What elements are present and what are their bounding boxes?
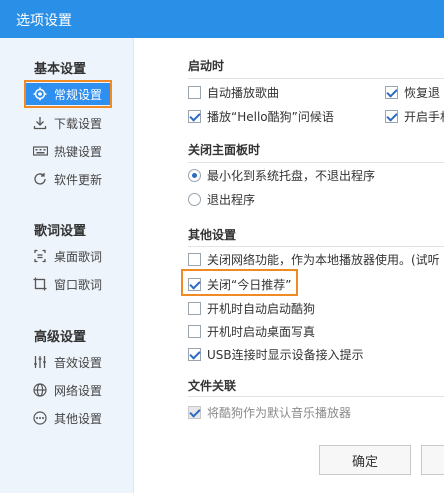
auto-play-checkbox[interactable]: 自动播放歌曲 — [188, 84, 279, 101]
default-player-checkbox[interactable]: 将酷狗作为默认音乐播放器 — [188, 404, 351, 421]
sidebar-item-label: 下载设置 — [54, 116, 103, 131]
window-title: 选项设置 — [16, 13, 72, 29]
checkbox-label: 恢复退 — [404, 86, 441, 100]
radio-dot — [188, 193, 201, 206]
sidebar-item-label: 网络设置 — [54, 383, 103, 398]
checkbox-box — [188, 348, 201, 361]
keyboard-icon — [32, 143, 48, 159]
sidebar-item-label: 软件更新 — [54, 172, 103, 187]
sidebar-item-label: 其他设置 — [54, 411, 103, 426]
radio-label: 退出程序 — [207, 193, 256, 207]
usb-prompt-checkbox[interactable]: USB连接时显示设备接入提示 — [188, 346, 364, 363]
checkbox-box — [188, 86, 201, 99]
checkbox-box — [385, 86, 398, 99]
sidebar-item-network[interactable]: 网络设置 — [32, 379, 128, 401]
sidebar-item-desktop-lyrics[interactable]: 桌面歌词 — [32, 245, 128, 267]
globe-icon — [32, 382, 48, 398]
group-title-file-assoc: 文件关联 — [188, 379, 237, 393]
radio-label: 最小化到系统托盘，不退出程序 — [207, 169, 376, 183]
highlight-box-general — [24, 80, 112, 108]
download-icon — [32, 115, 48, 131]
checkbox-label: 自动播放歌曲 — [207, 86, 280, 100]
checkbox-box — [188, 325, 201, 338]
sidebar-item-sound[interactable]: 音效设置 — [32, 351, 128, 373]
checkbox-box — [188, 110, 201, 123]
checkbox-box — [385, 110, 398, 123]
sidebar-item-label: 热键设置 — [54, 144, 103, 159]
sidebar-section-basic: 基本设置 — [34, 62, 87, 77]
checkbox-label: 开启手机 — [404, 110, 444, 124]
refresh-icon — [32, 171, 48, 187]
checkbox-label: 关闭网络功能，作为本地播放器使用。(试听 — [207, 253, 440, 267]
restore-checkbox[interactable]: 恢复退 — [385, 84, 440, 101]
checkbox-label: 开机时启动桌面写真 — [207, 325, 316, 339]
group-title-close-panel: 关闭主面板时 — [188, 143, 261, 157]
sidebar-section-lyrics: 歌词设置 — [34, 224, 87, 239]
sidebar-item-other[interactable]: 其他设置 — [32, 407, 128, 429]
checkbox-label: 将酷狗作为默认音乐播放器 — [207, 406, 352, 420]
checkbox-label: USB连接时显示设备接入提示 — [207, 348, 364, 362]
sidebar-item-update[interactable]: 软件更新 — [32, 168, 128, 190]
window-lyrics-icon — [32, 276, 48, 292]
sidebar: 基本设置 常规设置 下载设置 热键设置 软件更新 歌词设置 桌面歌词 窗口歌词 … — [0, 38, 134, 493]
greeting-checkbox[interactable]: 播放“Hello酷狗”问候语 — [188, 108, 334, 125]
sidebar-item-window-lyrics[interactable]: 窗口歌词 — [32, 273, 128, 295]
checkbox-box — [188, 253, 201, 266]
group-title-other: 其他设置 — [188, 228, 237, 242]
radio-dot — [188, 169, 201, 182]
exit-radio[interactable]: 退出程序 — [188, 191, 255, 208]
more-icon — [32, 410, 48, 426]
sidebar-item-label: 音效设置 — [54, 355, 103, 370]
divider — [188, 246, 444, 247]
sidebar-item-download[interactable]: 下载设置 — [32, 112, 128, 134]
open-mobile-checkbox[interactable]: 开启手机 — [385, 108, 444, 125]
equalizer-icon — [32, 354, 48, 370]
checkbox-box — [188, 406, 201, 419]
settings-panel: 启动时 自动播放歌曲 恢复退 播放“Hello酷狗”问候语 开启手机 关闭主面板… — [135, 38, 444, 493]
highlight-box-close-today — [181, 269, 298, 296]
divider — [188, 162, 444, 163]
autostart-checkbox[interactable]: 开机时自动启动酷狗 — [188, 300, 315, 317]
cancel-button[interactable] — [421, 445, 444, 475]
group-title-startup: 启动时 — [188, 59, 225, 73]
checkbox-label: 播放“Hello酷狗”问候语 — [207, 110, 334, 124]
ok-button[interactable]: 确定 — [319, 445, 411, 475]
sidebar-item-hotkey[interactable]: 热键设置 — [32, 140, 128, 162]
sidebar-item-label: 窗口歌词 — [54, 277, 103, 292]
minimize-radio[interactable]: 最小化到系统托盘，不退出程序 — [188, 167, 375, 184]
checkbox-label: 开机时自动启动酷狗 — [207, 302, 316, 316]
sidebar-item-label: 桌面歌词 — [54, 249, 103, 264]
divider — [188, 396, 444, 397]
disable-network-checkbox[interactable]: 关闭网络功能，作为本地播放器使用。(试听 — [188, 251, 440, 268]
sidebar-section-advanced: 高级设置 — [34, 330, 87, 345]
title-bar: 选项设置 — [0, 0, 444, 38]
autostart-desktop-checkbox[interactable]: 开机时启动桌面写真 — [188, 323, 315, 340]
divider — [188, 78, 444, 79]
checkbox-box — [188, 302, 201, 315]
desktop-lyrics-icon — [32, 248, 48, 264]
